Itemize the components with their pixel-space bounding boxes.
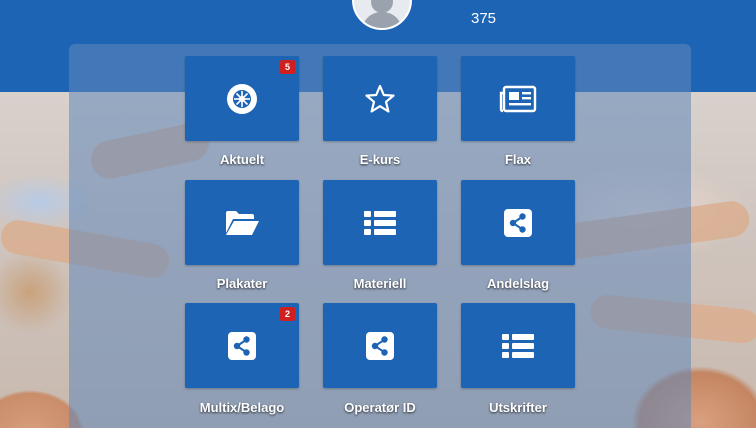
tile-aktuelt[interactable]: 5: [185, 56, 299, 141]
share-icon: [503, 208, 533, 238]
tile-label: Flax: [504, 152, 531, 167]
tile-plakater[interactable]: [185, 180, 299, 265]
tile-utskrifter[interactable]: [461, 303, 575, 388]
tile-label: Utskrifter: [489, 400, 547, 415]
tile-label: E-kurs: [359, 152, 401, 167]
share-icon: [365, 331, 395, 361]
tile-label: Andelslag: [486, 276, 550, 291]
newspaper-icon: [499, 85, 537, 113]
folder-open-icon: [224, 209, 260, 237]
snowflake-seal-icon: [225, 82, 259, 116]
tile-e-kurs[interactable]: [323, 56, 437, 141]
notification-badge: 5: [280, 60, 295, 74]
share-icon: [227, 331, 257, 361]
header-count: 375: [471, 10, 497, 27]
list-icon: [501, 332, 535, 360]
tile-label: Plakater: [216, 276, 268, 291]
tile-operator-id[interactable]: [323, 303, 437, 388]
tile-label: Aktuelt: [219, 152, 265, 167]
user-avatar-icon[interactable]: [352, 0, 412, 30]
tile-andelslag[interactable]: [461, 180, 575, 265]
list-icon: [363, 209, 397, 237]
tile-materiell[interactable]: [323, 180, 437, 265]
star-outline-icon: [364, 83, 396, 115]
tile-flax[interactable]: [461, 56, 575, 141]
notification-badge: 2: [280, 307, 295, 321]
tile-label: Multix/Belago: [199, 400, 285, 415]
tile-multix-belago[interactable]: 2: [185, 303, 299, 388]
tile-label: Operatør ID: [344, 400, 416, 415]
tile-label: Materiell: [353, 276, 407, 291]
